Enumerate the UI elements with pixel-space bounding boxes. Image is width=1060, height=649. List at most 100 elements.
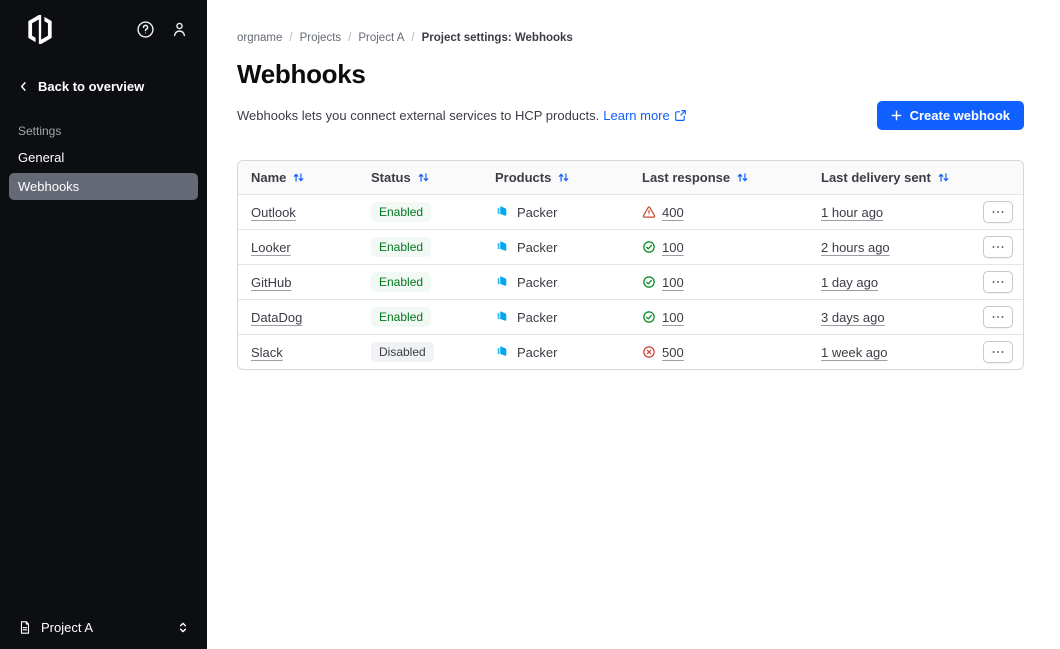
packer-icon [495, 240, 509, 254]
response-code-link[interactable]: 100 [662, 240, 684, 255]
product-label: Packer [517, 205, 557, 220]
column-header-products: Products [495, 170, 642, 185]
breadcrumb-project-a[interactable]: Project A [358, 32, 404, 44]
sidebar-item-label: Webhooks [18, 179, 79, 194]
page-description: Webhooks lets you connect external servi… [237, 108, 687, 123]
webhook-name-link[interactable]: DataDog [251, 310, 302, 325]
column-header-last-response: Last response [642, 170, 821, 185]
ellipsis-icon [992, 315, 1004, 319]
breadcrumb: orgname / Projects / Project A / Project… [237, 32, 1024, 44]
help-icon [136, 20, 155, 39]
chevron-left-icon [18, 81, 29, 92]
breadcrumb-separator: / [411, 32, 414, 44]
ellipsis-icon [992, 350, 1004, 354]
webhooks-table: Name Status Products Last response Last … [237, 160, 1024, 370]
table-body: Outlook Enabled Packer 400 1 hour ago [238, 194, 1023, 369]
row-menu-button[interactable] [983, 236, 1013, 258]
breadcrumb-separator: / [289, 32, 292, 44]
column-header-last-delivery-sent: Last delivery sent [821, 170, 967, 185]
row-menu-button[interactable] [983, 306, 1013, 328]
main-content: orgname / Projects / Project A / Project… [207, 0, 1060, 649]
plus-icon [891, 110, 902, 121]
table-row: Looker Enabled Packer 100 2 hours ago [238, 229, 1023, 264]
help-button[interactable] [136, 20, 155, 39]
learn-more-label: Learn more [603, 108, 669, 123]
table-row: GitHub Enabled Packer 100 1 day ago [238, 264, 1023, 299]
sort-icon[interactable] [937, 171, 950, 184]
webhook-name-link[interactable]: GitHub [251, 275, 291, 290]
last-delivery-link[interactable]: 1 day ago [821, 275, 878, 290]
table-header-row: Name Status Products Last response Last … [238, 161, 1023, 194]
breadcrumb-separator: / [348, 32, 351, 44]
breadcrumb-orgname[interactable]: orgname [237, 32, 282, 44]
column-label: Last delivery sent [821, 170, 931, 185]
ellipsis-icon [992, 210, 1004, 214]
last-delivery-link[interactable]: 1 hour ago [821, 205, 883, 220]
breadcrumb-current: Project settings: Webhooks [422, 32, 573, 44]
table-row: Slack Disabled Packer 500 1 week ago [238, 334, 1023, 369]
sidebar-spacer [0, 200, 207, 606]
last-delivery-link[interactable]: 2 hours ago [821, 240, 890, 255]
ellipsis-icon [992, 245, 1004, 249]
table-row: Outlook Enabled Packer 400 1 hour ago [238, 194, 1023, 229]
document-icon [18, 620, 32, 635]
sidebar-item-label: General [18, 150, 64, 165]
row-menu-button[interactable] [983, 201, 1013, 223]
status-badge: Enabled [371, 202, 431, 222]
back-to-overview-link[interactable]: Back to overview [18, 79, 189, 94]
sort-icon[interactable] [292, 171, 305, 184]
sidebar: Back to overview Settings General Webhoo… [0, 0, 207, 649]
user-icon [170, 20, 189, 39]
status-badge: Enabled [371, 307, 431, 327]
response-status-icon [642, 345, 656, 359]
status-badge: Enabled [371, 237, 431, 257]
last-delivery-link[interactable]: 1 week ago [821, 345, 888, 360]
sort-icon[interactable] [417, 171, 430, 184]
webhook-name-link[interactable]: Outlook [251, 205, 296, 220]
response-code-link[interactable]: 500 [662, 345, 684, 360]
sidebar-header [0, 0, 207, 55]
breadcrumb-projects[interactable]: Projects [300, 32, 342, 44]
create-webhook-label: Create webhook [910, 108, 1010, 123]
response-status-icon [642, 275, 656, 289]
sidebar-item-general[interactable]: General [9, 144, 198, 171]
product-label: Packer [517, 345, 557, 360]
ellipsis-icon [992, 280, 1004, 284]
chevron-up-down-icon [177, 621, 189, 634]
response-status-icon [642, 310, 656, 324]
packer-icon [495, 205, 509, 219]
page-title: Webhooks [237, 59, 1024, 90]
last-delivery-link[interactable]: 3 days ago [821, 310, 885, 325]
learn-more-link[interactable]: Learn more [603, 108, 686, 123]
webhook-name-link[interactable]: Looker [251, 240, 291, 255]
page-description-text: Webhooks lets you connect external servi… [237, 108, 599, 123]
sort-icon[interactable] [736, 171, 749, 184]
product-label: Packer [517, 240, 557, 255]
column-header-name: Name [251, 170, 371, 185]
sort-icon[interactable] [557, 171, 570, 184]
webhook-name-link[interactable]: Slack [251, 345, 283, 360]
column-header-status: Status [371, 170, 495, 185]
row-menu-button[interactable] [983, 341, 1013, 363]
column-label: Last response [642, 170, 730, 185]
response-status-icon [642, 240, 656, 254]
column-label: Name [251, 170, 286, 185]
account-button[interactable] [170, 20, 189, 39]
status-badge: Enabled [371, 272, 431, 292]
product-label: Packer [517, 275, 557, 290]
project-switcher[interactable]: Project A [0, 606, 207, 649]
packer-icon [495, 345, 509, 359]
create-webhook-button[interactable]: Create webhook [877, 101, 1024, 130]
response-code-link[interactable]: 400 [662, 205, 684, 220]
back-link-label: Back to overview [38, 79, 144, 94]
product-label: Packer [517, 310, 557, 325]
row-menu-button[interactable] [983, 271, 1013, 293]
sidebar-item-webhooks[interactable]: Webhooks [9, 173, 198, 200]
response-code-link[interactable]: 100 [662, 310, 684, 325]
column-label: Status [371, 170, 411, 185]
response-code-link[interactable]: 100 [662, 275, 684, 290]
packer-icon [495, 310, 509, 324]
external-link-icon [674, 109, 687, 122]
column-label: Products [495, 170, 551, 185]
hashicorp-logo[interactable] [26, 14, 54, 45]
